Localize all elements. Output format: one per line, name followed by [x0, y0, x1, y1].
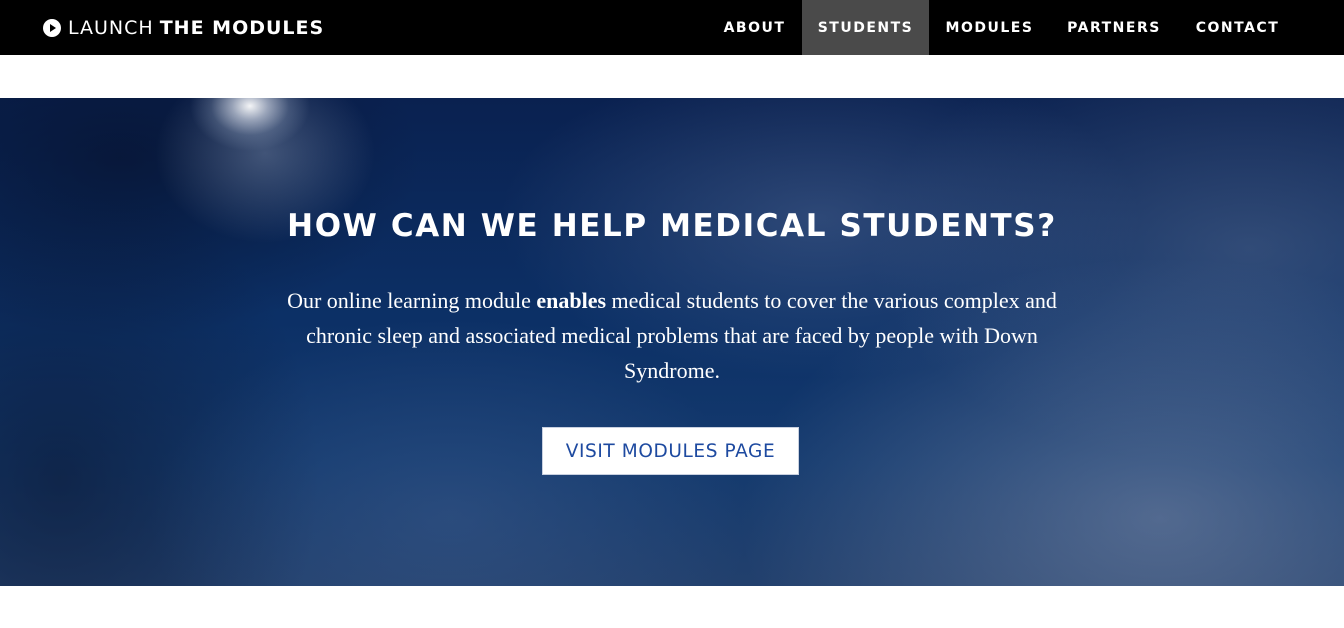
nav-item-contact[interactable]: CONTACT [1178, 0, 1297, 55]
brand-text-bold: THE MODULES [159, 16, 325, 39]
brand-link[interactable]: LAUNCH THE MODULES [43, 0, 324, 55]
brand-text-light: LAUNCH [68, 16, 154, 39]
hero-title: HOW CAN WE HELP MEDICAL STUDENTS? [287, 208, 1057, 244]
visit-modules-button[interactable]: VISIT MODULES PAGE [542, 427, 799, 475]
top-navbar: LAUNCH THE MODULES ABOUT STUDENTS MODULE… [0, 0, 1344, 55]
hero-description: Our online learning module enables medic… [262, 283, 1082, 388]
nav-item-students[interactable]: STUDENTS [802, 0, 929, 55]
hero-banner: HOW CAN WE HELP MEDICAL STUDENTS? Our on… [0, 98, 1344, 586]
hero-text-start: Our online learning module [287, 288, 537, 313]
play-circle-icon [43, 18, 61, 37]
nav-item-about[interactable]: ABOUT [707, 0, 802, 55]
nav-item-modules[interactable]: MODULES [929, 0, 1050, 55]
hero-text-emphasis: enables [536, 288, 607, 313]
nav-item-partners[interactable]: PARTNERS [1050, 0, 1178, 55]
